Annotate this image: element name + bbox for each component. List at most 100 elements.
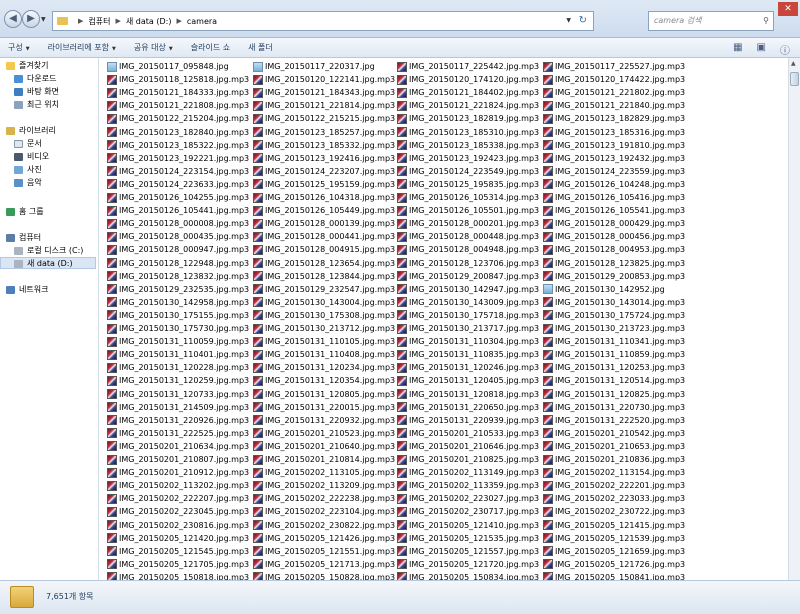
file-item[interactable]: IMG_20150128_000429.jpg.mp3 — [543, 217, 685, 230]
sidebar-item-favorites[interactable]: 즐겨찾기 — [6, 60, 104, 72]
sidebar-item-documents[interactable]: 문서 — [14, 138, 112, 150]
file-item[interactable]: IMG_20150205_121539.jpg.mp3 — [543, 532, 685, 545]
file-item[interactable]: IMG_20150202_113149.jpg.mp3 — [397, 466, 539, 479]
file-item[interactable]: IMG_20150131_110859.jpg.mp3 — [543, 348, 685, 361]
sidebar-item-network[interactable]: 네트워크 — [6, 284, 104, 296]
sidebar-item-computer[interactable]: 컴퓨터 — [6, 232, 104, 244]
file-item[interactable]: IMG_20150205_121551.jpg.mp3 — [253, 545, 395, 558]
file-item[interactable]: IMG_20150205_121726.jpg.mp3 — [543, 558, 685, 571]
file-item[interactable]: IMG_20150129_200853.jpg.mp3 — [543, 270, 685, 283]
recent-pages-dropdown-icon[interactable]: ▼ — [41, 16, 46, 23]
file-item[interactable]: IMG_20150205_121535.jpg.mp3 — [397, 532, 539, 545]
slideshow-button[interactable]: 슬라이드 쇼 — [191, 42, 230, 53]
file-item[interactable]: IMG_20150124_223549.jpg.mp3 — [397, 165, 539, 178]
file-item[interactable]: IMG_20150130_142958.jpg.mp3 — [107, 296, 249, 309]
sidebar-item-music[interactable]: 음악 — [14, 177, 112, 189]
file-item[interactable]: IMG_20150131_220926.jpg.mp3 — [107, 414, 249, 427]
file-item[interactable]: IMG_20150121_184333.jpg.mp3 — [107, 86, 249, 99]
file-item[interactable]: IMG_20150130_142952.jpg — [543, 283, 665, 296]
file-item[interactable]: IMG_20150130_175724.jpg.mp3 — [543, 309, 685, 322]
breadcrumb[interactable]: ▶ 컴퓨터 ▶ 새 data (D:) ▶ camera ▼ ↻ — [52, 11, 594, 31]
file-item[interactable]: IMG_20150202_223033.jpg.mp3 — [543, 492, 685, 505]
search-input[interactable]: camera 검색 ⚲ — [648, 11, 774, 31]
file-item[interactable]: IMG_20150121_184343.jpg.mp3 — [253, 86, 395, 99]
file-item[interactable]: IMG_20150128_000435.jpg.mp3 — [107, 230, 249, 243]
file-item[interactable]: IMG_20150123_191810.jpg.mp3 — [543, 139, 685, 152]
file-item[interactable]: IMG_20150128_122948.jpg.mp3 — [107, 257, 249, 270]
file-item[interactable]: IMG_20150202_222201.jpg.mp3 — [543, 479, 685, 492]
search-icon[interactable]: ⚲ — [763, 12, 769, 30]
file-item[interactable]: IMG_20150130_143004.jpg.mp3 — [253, 296, 395, 309]
file-item[interactable]: IMG_20150201_210653.jpg.mp3 — [543, 440, 685, 453]
file-item[interactable]: IMG_20150117_225527.jpg.mp3 — [543, 60, 685, 73]
file-item[interactable]: IMG_20150131_120514.jpg.mp3 — [543, 374, 685, 387]
file-item[interactable]: IMG_20150123_185332.jpg.mp3 — [253, 139, 395, 152]
file-item[interactable]: IMG_20150124_223633.jpg.mp3 — [107, 178, 249, 191]
file-item[interactable]: IMG_20150125_195835.jpg.mp3 — [397, 178, 539, 191]
help-icon[interactable]: ⓘ — [780, 42, 790, 57]
file-item[interactable]: IMG_20150131_220650.jpg.mp3 — [397, 401, 539, 414]
file-item[interactable]: IMG_20150117_225442.jpg.mp3 — [397, 60, 539, 73]
file-item[interactable]: IMG_20150123_182829.jpg.mp3 — [543, 112, 685, 125]
sidebar-item-recent[interactable]: 최근 위치 — [14, 99, 112, 111]
file-item[interactable]: IMG_20150205_121410.jpg.mp3 — [397, 519, 539, 532]
include-in-library-menu[interactable]: 라이브러리에 포함 ▼ — [48, 42, 116, 53]
file-item[interactable]: IMG_20150123_185338.jpg.mp3 — [397, 139, 539, 152]
file-item[interactable]: IMG_20150128_000947.jpg.mp3 — [107, 243, 249, 256]
file-item[interactable]: IMG_20150202_230717.jpg.mp3 — [397, 505, 539, 518]
file-item[interactable]: IMG_20150131_120805.jpg.mp3 — [253, 388, 395, 401]
file-item[interactable]: IMG_20150121_221802.jpg.mp3 — [543, 86, 685, 99]
scroll-up-icon[interactable]: ▲ — [791, 60, 796, 67]
file-item[interactable]: IMG_20150128_004948.jpg.mp3 — [397, 243, 539, 256]
file-item[interactable]: IMG_20150117_095848.jpg — [107, 60, 229, 73]
sidebar-item-local-disk-c[interactable]: 로컬 디스크 (C:) — [14, 245, 112, 257]
sidebar-item-videos[interactable]: 비디오 — [14, 151, 112, 163]
file-item[interactable]: IMG_20150201_210542.jpg.mp3 — [543, 427, 685, 440]
sidebar-item-data-d[interactable]: 새 data (D:) — [0, 257, 96, 269]
file-item[interactable]: IMG_20150123_185322.jpg.mp3 — [107, 139, 249, 152]
file-item[interactable]: IMG_20150131_220015.jpg.mp3 — [253, 401, 395, 414]
file-item[interactable]: IMG_20150130_175718.jpg.mp3 — [397, 309, 539, 322]
file-item[interactable]: IMG_20150128_000201.jpg.mp3 — [397, 217, 539, 230]
file-item[interactable]: IMG_20150205_121705.jpg.mp3 — [107, 558, 249, 571]
file-item[interactable]: IMG_20150205_121426.jpg.mp3 — [253, 532, 395, 545]
file-item[interactable]: IMG_20150128_123832.jpg.mp3 — [107, 270, 249, 283]
file-item[interactable]: IMG_20150131_120246.jpg.mp3 — [397, 361, 539, 374]
chevron-right-icon[interactable]: ▶ — [176, 17, 181, 25]
file-item[interactable]: IMG_20150201_210634.jpg.mp3 — [107, 440, 249, 453]
file-item[interactable]: IMG_20150202_113359.jpg.mp3 — [397, 479, 539, 492]
file-item[interactable]: IMG_20150118_125818.jpg.mp3 — [107, 73, 249, 86]
file-item[interactable]: IMG_20150131_120253.jpg.mp3 — [543, 361, 685, 374]
vertical-scrollbar[interactable]: ▲ — [788, 58, 800, 580]
file-item[interactable]: IMG_20150125_195159.jpg.mp3 — [253, 178, 395, 191]
file-item[interactable]: IMG_20150128_000448.jpg.mp3 — [397, 230, 539, 243]
file-item[interactable]: IMG_20150131_110401.jpg.mp3 — [107, 348, 249, 361]
file-item[interactable]: IMG_20150122_215215.jpg.mp3 — [253, 112, 395, 125]
file-item[interactable]: IMG_20150120_122141.jpg.mp3 — [253, 73, 395, 86]
file-item[interactable]: IMG_20150128_123844.jpg.mp3 — [253, 270, 395, 283]
file-item[interactable]: IMG_20150131_110408.jpg.mp3 — [253, 348, 395, 361]
file-item[interactable]: IMG_20150126_105501.jpg.mp3 — [397, 204, 539, 217]
file-item[interactable]: IMG_20150122_215204.jpg.mp3 — [107, 112, 249, 125]
file-item[interactable]: IMG_20150121_221808.jpg.mp3 — [107, 99, 249, 112]
file-item[interactable]: IMG_20150202_113105.jpg.mp3 — [253, 466, 395, 479]
file-item[interactable]: IMG_20150201_210640.jpg.mp3 — [253, 440, 395, 453]
file-item[interactable]: IMG_20150131_120733.jpg.mp3 — [107, 388, 249, 401]
file-item[interactable]: IMG_20150202_230822.jpg.mp3 — [253, 519, 395, 532]
file-item[interactable]: IMG_20150131_120354.jpg.mp3 — [253, 374, 395, 387]
file-item[interactable]: IMG_20150131_222520.jpg.mp3 — [543, 414, 685, 427]
file-item[interactable]: IMG_20150124_223559.jpg.mp3 — [543, 165, 685, 178]
refresh-icon[interactable]: ↻ — [579, 15, 587, 26]
file-item[interactable]: IMG_20150202_223104.jpg.mp3 — [253, 505, 395, 518]
file-item[interactable]: IMG_20150131_120234.jpg.mp3 — [253, 361, 395, 374]
file-item[interactable]: IMG_20150202_222238.jpg.mp3 — [253, 492, 395, 505]
file-item[interactable]: IMG_20150129_232535.jpg.mp3 — [107, 283, 249, 296]
file-item[interactable]: IMG_20150131_120228.jpg.mp3 — [107, 361, 249, 374]
file-item[interactable]: IMG_20150131_220939.jpg.mp3 — [397, 414, 539, 427]
preview-pane-icon[interactable]: ▣ — [757, 42, 766, 57]
file-item[interactable]: IMG_20150128_000441.jpg.mp3 — [253, 230, 395, 243]
file-item[interactable]: IMG_20150130_213712.jpg.mp3 — [253, 322, 395, 335]
breadcrumb-drive[interactable]: 새 data (D:) — [126, 16, 172, 27]
file-item[interactable]: IMG_20150205_121659.jpg.mp3 — [543, 545, 685, 558]
file-item[interactable]: IMG_20150205_150834.jpg.mp3 — [397, 571, 539, 580]
